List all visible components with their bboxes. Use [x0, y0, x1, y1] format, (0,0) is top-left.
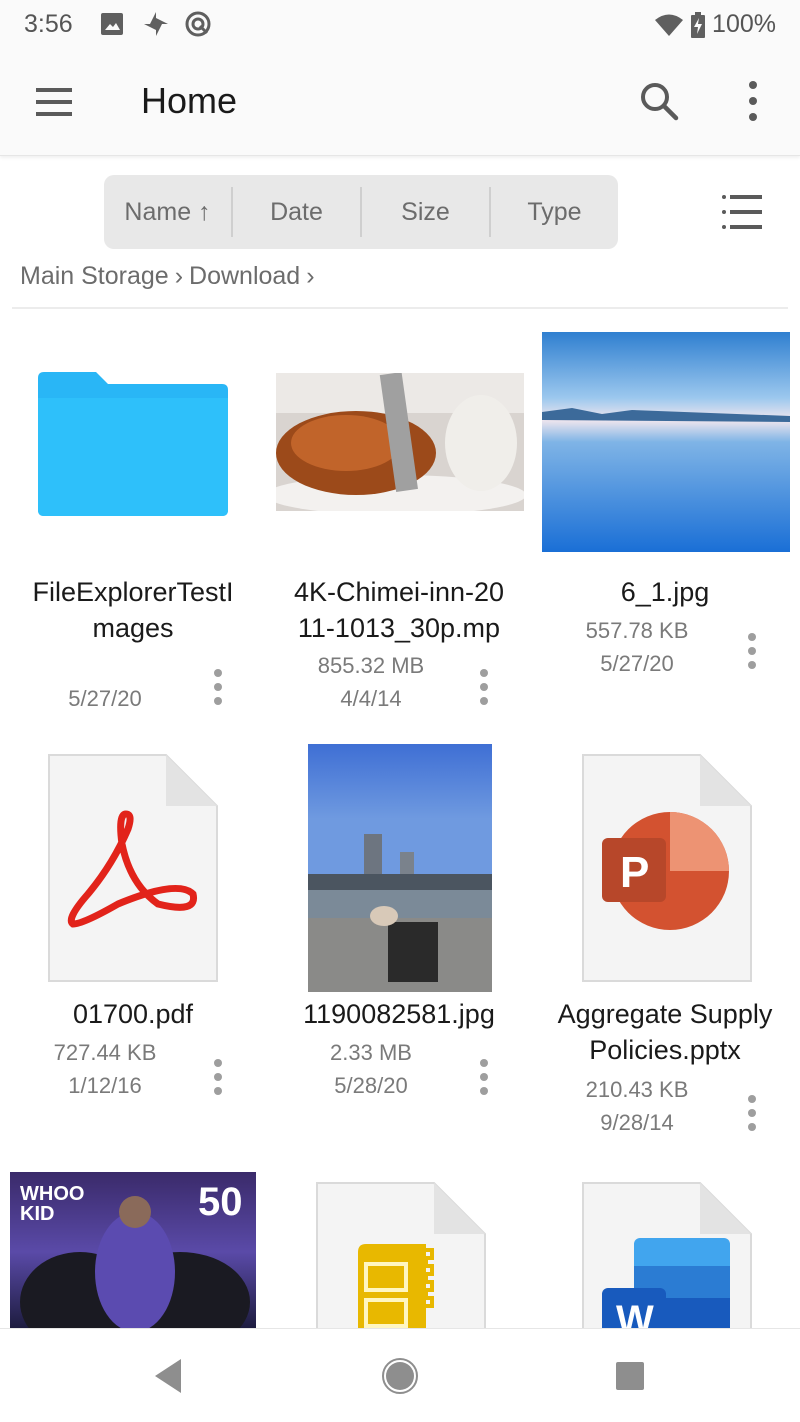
image-thumbnail: [308, 744, 492, 992]
file-tile-pdf[interactable]: 01700.pdf 727.44 KB 1/12/16: [0, 740, 266, 1170]
breadcrumb-main-storage[interactable]: Main Storage: [20, 262, 169, 291]
file-name: 01700.pdf: [0, 996, 266, 1032]
file-date: 5/27/20: [600, 651, 674, 676]
divider: [12, 307, 788, 309]
chevron-right-icon: ›: [174, 262, 184, 290]
video-thumbnail: [276, 373, 524, 511]
file-name-line: Aggregate Supply: [557, 999, 773, 1029]
file-name-line: 11-1013_30p.mp: [297, 613, 501, 643]
image-icon: [101, 13, 123, 35]
battery-charging-icon: [691, 11, 706, 38]
search-icon[interactable]: [636, 78, 682, 124]
pinwheel-icon: [144, 12, 168, 36]
sort-by-name[interactable]: Name ↑: [104, 187, 231, 237]
sort-label: Type: [527, 198, 582, 226]
file-tile-video[interactable]: 4K-Chimei-inn-20 11-1013_30p.mp 855.32 M…: [266, 310, 532, 740]
album-text-left: WHOO KID: [20, 1183, 85, 1225]
sort-by-size[interactable]: Size: [360, 187, 489, 237]
battery-percent: 100%: [712, 10, 776, 38]
file-name-line: 01700.pdf: [72, 999, 194, 1029]
file-name: 4K-Chimei-inn-20 11-1013_30p.mp: [266, 574, 532, 646]
chevron-right-icon: ›: [306, 262, 315, 290]
file-date: 9/28/14: [600, 1110, 674, 1135]
home-circle-icon[interactable]: [375, 1351, 425, 1401]
sort-by-type[interactable]: Type: [489, 187, 618, 237]
more-options-icon[interactable]: [206, 666, 230, 712]
sort-label: Name: [124, 198, 192, 226]
app-bar: Home: [0, 50, 800, 156]
recents-square-icon[interactable]: [605, 1351, 655, 1401]
file-name: FileExplorerTestI mages: [0, 574, 266, 646]
file-tile-archive[interactable]: [266, 1170, 532, 1328]
status-time: 3:56: [24, 10, 73, 38]
powerpoint-file-icon: [582, 754, 752, 982]
wifi-icon: [655, 14, 684, 36]
file-name-line: FileExplorerTestI: [32, 577, 234, 607]
file-size: 727.44 KB: [53, 1040, 157, 1065]
archive-file-icon: [316, 1182, 486, 1328]
more-options-icon[interactable]: [740, 630, 764, 676]
word-file-icon: [582, 1182, 752, 1328]
file-date: 1/12/16: [68, 1073, 142, 1098]
sort-direction-arrow-icon: ↑: [198, 198, 211, 226]
file-tile-docx[interactable]: W: [532, 1170, 798, 1328]
file-tile-image[interactable]: 6_1.jpg 557.78 KB 5/27/20: [532, 310, 798, 740]
sort-bar: Name ↑ Date Size Type: [104, 175, 618, 249]
back-triangle-icon[interactable]: [145, 1351, 195, 1401]
page-title: Home: [141, 80, 238, 121]
file-name-line: 6_1.jpg: [620, 577, 710, 607]
file-name: 6_1.jpg: [532, 574, 798, 610]
file-date: 5/28/20: [334, 1073, 408, 1098]
file-tile-image[interactable]: WHOO KID 50: [0, 1170, 266, 1328]
list-view-icon[interactable]: [720, 192, 764, 232]
more-options-icon[interactable]: [206, 1056, 230, 1102]
breadcrumb-download[interactable]: Download: [189, 262, 300, 291]
file-date: 4/4/14: [340, 686, 402, 711]
album-text-right: 50: [198, 1180, 243, 1224]
file-name-line: 1190082581.jpg: [303, 999, 495, 1029]
file-name-line: mages: [92, 613, 174, 643]
file-name: 1190082581.jpg: [266, 996, 532, 1032]
hamburger-menu-icon[interactable]: [30, 82, 76, 122]
breadcrumb: Main Storage › Download ›: [20, 262, 315, 291]
file-grid: FileExplorerTestI mages 5/27/20 4K-Chime…: [0, 310, 800, 1328]
file-size: 855.32 MB: [317, 653, 425, 678]
pdf-file-icon: [48, 754, 218, 982]
file-date: 5/27/20: [68, 686, 142, 711]
file-name: Aggregate Supply Policies.pptx: [532, 996, 798, 1068]
file-size: 557.78 KB: [585, 618, 689, 643]
more-options-icon[interactable]: [740, 1092, 764, 1138]
file-size: 210.43 KB: [585, 1077, 689, 1102]
file-tile-image[interactable]: 1190082581.jpg 2.33 MB 5/28/20: [266, 740, 532, 1170]
file-name-line: Policies.pptx: [589, 1035, 741, 1065]
q-circle-icon: [185, 11, 211, 37]
file-tile-folder[interactable]: FileExplorerTestI mages 5/27/20: [0, 310, 266, 740]
more-options-icon[interactable]: [472, 1056, 496, 1102]
word-letter: W: [616, 1298, 654, 1328]
system-nav-bar: [0, 1328, 800, 1422]
powerpoint-letter: P: [620, 848, 650, 897]
file-size: 2.33 MB: [330, 1040, 412, 1065]
file-name-line: 4K-Chimei-inn-20: [293, 577, 505, 607]
sort-label: Date: [270, 198, 323, 226]
status-bar: 3:56 100%: [0, 0, 800, 50]
sort-label: Size: [401, 198, 450, 226]
folder-icon: [38, 372, 228, 516]
file-tile-pptx[interactable]: P Aggregate Supply Policies.pptx 210.43 …: [532, 740, 798, 1170]
sort-by-date[interactable]: Date: [231, 187, 360, 237]
more-options-icon[interactable]: [472, 666, 496, 712]
image-thumbnail: [542, 332, 790, 552]
status-right: 100%: [654, 10, 776, 39]
more-vertical-icon[interactable]: [736, 78, 770, 124]
